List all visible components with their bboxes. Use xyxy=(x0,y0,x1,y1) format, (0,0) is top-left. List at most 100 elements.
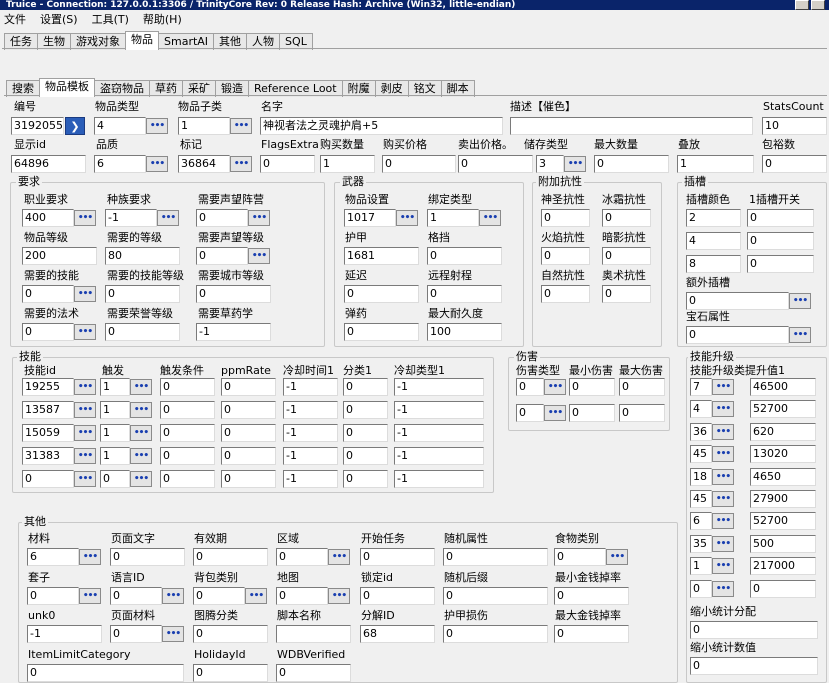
spell-ppmrate-input[interactable]: 0 xyxy=(221,378,276,396)
holidayid-input[interactable]: 0 xyxy=(193,664,268,682)
spell-id-lookup-button[interactable]: ••• xyxy=(74,471,96,487)
stat-value-input[interactable]: 52700 xyxy=(750,512,816,531)
spell-id-input[interactable]: 0 xyxy=(22,470,74,488)
stat-value-input[interactable]: 4650 xyxy=(750,467,816,486)
minmoney-input[interactable]: 0 xyxy=(554,587,629,605)
socket-color-1-input[interactable]: 2 xyxy=(686,209,741,227)
spell-trigger-input[interactable]: 1 xyxy=(100,447,130,465)
stat-type-input[interactable]: 18 xyxy=(690,467,712,486)
delay-input[interactable]: 0 xyxy=(344,285,419,303)
spell-category-cooldown-input[interactable]: -1 xyxy=(394,470,484,488)
spell-trigger-input[interactable]: 1 xyxy=(100,424,130,442)
spell-charges-input[interactable]: 0 xyxy=(160,470,215,488)
spell-cooldown-input[interactable]: -1 xyxy=(283,424,338,442)
reqrep-input[interactable]: 0 xyxy=(196,247,248,265)
spell-id-lookup-button[interactable]: ••• xyxy=(74,402,96,418)
flags-input[interactable]: 36864 xyxy=(178,155,230,173)
scale-value-input[interactable]: 0 xyxy=(690,657,818,675)
foodtype-input[interactable]: 0 xyxy=(554,548,606,566)
spell-trigger-lookup-button[interactable]: ••• xyxy=(130,425,152,441)
totem-input[interactable]: 0 xyxy=(193,625,268,643)
displayid-input[interactable]: 64896 xyxy=(11,155,86,173)
reqherb-input[interactable]: -1 xyxy=(196,323,271,341)
minimize-button[interactable] xyxy=(795,0,809,10)
pagetext-input[interactable]: 0 xyxy=(110,548,185,566)
req-class-lookup-button[interactable]: ••• xyxy=(74,210,96,226)
menu-tools[interactable]: 工具(T) xyxy=(92,11,129,27)
stat-type-lookup-button[interactable]: ••• xyxy=(712,535,734,552)
spell-category-cooldown-input[interactable]: -1 xyxy=(394,378,484,396)
area-input[interactable]: 0 xyxy=(276,548,328,566)
stat-type-lookup-button[interactable]: ••• xyxy=(712,558,734,575)
stat-value-input[interactable]: 13020 xyxy=(750,445,816,464)
socket-content-1-input[interactable]: 0 xyxy=(747,209,814,227)
stat-type-lookup-button[interactable]: ••• xyxy=(712,513,734,530)
lockid-input[interactable]: 0 xyxy=(360,587,435,605)
spell-trigger-input[interactable]: 1 xyxy=(100,378,130,396)
language-input[interactable]: 0 xyxy=(110,587,162,605)
class-input[interactable]: 4 xyxy=(94,117,146,135)
stat-type-lookup-button[interactable]: ••• xyxy=(712,379,734,395)
stat-type-lookup-button[interactable]: ••• xyxy=(712,491,734,507)
scale-dist-input[interactable]: 0 xyxy=(690,621,818,639)
spell-ppmrate-input[interactable]: 0 xyxy=(221,424,276,442)
spell-cooldown-input[interactable]: -1 xyxy=(283,401,338,419)
spell-id-input[interactable]: 15059 xyxy=(22,424,74,442)
req-class-input[interactable]: 400 xyxy=(22,209,74,227)
map-lookup-button[interactable]: ••• xyxy=(328,588,350,604)
map-input[interactable]: 0 xyxy=(276,587,328,605)
stat-value-input[interactable]: 0 xyxy=(750,579,816,598)
stat-type-input[interactable]: 6 xyxy=(690,512,712,531)
sellprice-input[interactable]: 0 xyxy=(458,155,533,173)
spell-category-input[interactable]: 0 xyxy=(343,401,388,419)
stat-value-input[interactable]: 217000 xyxy=(750,557,816,576)
stat-type-input[interactable]: 1 xyxy=(690,557,712,576)
spell-cooldown-input[interactable]: -1 xyxy=(283,447,338,465)
damage-type-lookup-button[interactable]: ••• xyxy=(544,379,566,395)
statscount-input[interactable]: 10 xyxy=(762,117,827,135)
randomprop-input[interactable]: 0 xyxy=(443,548,548,566)
holy-res-input[interactable]: 0 xyxy=(541,209,590,227)
stat-value-input[interactable]: 27900 xyxy=(750,490,816,508)
damage-type-lookup-button[interactable]: ••• xyxy=(544,405,566,421)
spell-cooldown-input[interactable]: -1 xyxy=(283,378,338,396)
pagematerial-lookup-button[interactable]: ••• xyxy=(162,626,184,642)
bonding-lookup-button[interactable]: ••• xyxy=(479,210,501,226)
sheath-lookup-button[interactable]: ••• xyxy=(79,588,101,604)
disenchant-input[interactable]: 68 xyxy=(360,625,435,643)
menu-file[interactable]: 文件 xyxy=(4,11,26,27)
spell-charges-input[interactable]: 0 xyxy=(160,401,215,419)
spell-id-input[interactable]: 13587 xyxy=(22,401,74,419)
block-input[interactable]: 0 xyxy=(427,247,502,265)
reqspell-input[interactable]: 0 xyxy=(22,323,74,341)
reqspell-lookup-button[interactable]: ••• xyxy=(74,324,96,340)
damage-type-input[interactable]: 0 xyxy=(516,378,544,396)
pagematerial-input[interactable]: 0 xyxy=(110,625,162,643)
spell-ppmrate-input[interactable]: 0 xyxy=(221,401,276,419)
tab-item-template[interactable]: 物品模板 xyxy=(39,78,95,97)
spell-id-lookup-button[interactable]: ••• xyxy=(74,379,96,395)
stat-type-lookup-button[interactable]: ••• xyxy=(712,423,734,440)
stackable-input[interactable]: 1 xyxy=(677,155,754,173)
reqcity-input[interactable]: 0 xyxy=(196,285,271,303)
material-input[interactable]: 6 xyxy=(27,548,79,566)
socket-color-3-input[interactable]: 8 xyxy=(686,255,741,273)
gem-properties-lookup-button[interactable]: ••• xyxy=(789,327,811,343)
menu-settings[interactable]: 设置(S) xyxy=(40,11,78,27)
spell-charges-input[interactable]: 0 xyxy=(160,447,215,465)
spell-trigger-input[interactable]: 1 xyxy=(100,401,130,419)
stat-value-input[interactable]: 46500 xyxy=(750,378,816,396)
spell-trigger-input[interactable]: 0 xyxy=(100,470,130,488)
socket-content-2-input[interactable]: 0 xyxy=(747,232,814,250)
itemlevel-input[interactable]: 200 xyxy=(22,247,97,265)
spell-trigger-lookup-button[interactable]: ••• xyxy=(130,471,152,487)
spell-charges-input[interactable]: 0 xyxy=(160,424,215,442)
spell-category-input[interactable]: 0 xyxy=(343,447,388,465)
stat-type-input[interactable]: 36 xyxy=(690,422,712,441)
spell-category-cooldown-input[interactable]: -1 xyxy=(394,447,484,465)
quality-lookup-button[interactable]: ••• xyxy=(146,156,168,172)
socket-bonus-lookup-button[interactable]: ••• xyxy=(789,293,811,309)
gem-properties-input[interactable]: 0 xyxy=(686,326,789,344)
wdbverified-input[interactable]: 0 xyxy=(276,664,351,682)
frost-res-input[interactable]: 0 xyxy=(602,209,651,227)
